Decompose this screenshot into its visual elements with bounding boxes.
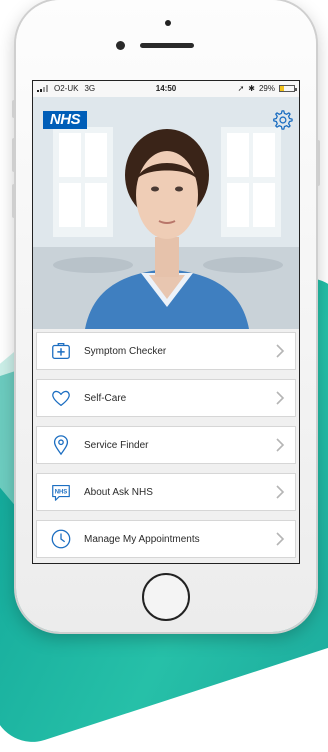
- status-right: ➚ ✱ 29%: [237, 84, 297, 93]
- menu-item-label: Symptom Checker: [84, 345, 167, 357]
- earpiece-speaker: [140, 43, 194, 48]
- menu-item-label: Self-Care: [84, 392, 127, 404]
- phone-frame: O2-UK 3G 14:50 ➚ ✱ 29% NHS Symptom Check…: [12, 0, 320, 632]
- menu-item-symptom-checker[interactable]: Symptom Checker: [36, 332, 296, 370]
- menu-item-manage-appointments[interactable]: Manage My Appointments: [36, 520, 296, 558]
- bluetooth-icon: ✱: [248, 84, 255, 93]
- volume-down-button: [12, 184, 16, 218]
- heart-icon: [52, 390, 70, 406]
- chevron-right-icon: [276, 532, 285, 546]
- menu-item-service-finder[interactable]: Service Finder: [36, 426, 296, 464]
- menu-item-label: Service Finder: [84, 439, 149, 451]
- menu-item-label: Manage My Appointments: [84, 533, 200, 545]
- hero-photo-illustration: [33, 97, 299, 329]
- menu-item-self-care[interactable]: Self-Care: [36, 379, 296, 417]
- power-button: [316, 140, 320, 186]
- battery-percent: 29%: [258, 84, 275, 93]
- nhs-badge-icon: NHS: [52, 484, 70, 501]
- chevron-right-icon: [276, 344, 285, 358]
- gear-icon[interactable]: [271, 109, 293, 131]
- mute-switch: [12, 100, 16, 118]
- menu-item-about-ask-nhs[interactable]: NHS About Ask NHS: [36, 473, 296, 511]
- app-screen: O2-UK 3G 14:50 ➚ ✱ 29% NHS Symptom Check…: [32, 80, 300, 564]
- svg-text:NHS: NHS: [55, 489, 68, 495]
- medical-kit-icon: [52, 343, 70, 359]
- battery-icon: [279, 85, 297, 92]
- home-button[interactable]: [142, 573, 190, 621]
- chevron-right-icon: [276, 438, 285, 452]
- status-bar: O2-UK 3G 14:50 ➚ ✱ 29%: [33, 81, 299, 97]
- chevron-right-icon: [276, 485, 285, 499]
- nhs-logo: NHS: [43, 111, 87, 129]
- clock-icon: [51, 529, 71, 549]
- chevron-right-icon: [276, 391, 285, 405]
- front-camera: [116, 41, 125, 50]
- volume-up-button: [12, 138, 16, 172]
- hero-image: NHS: [33, 97, 299, 329]
- location-pin-icon: [53, 435, 69, 456]
- battery-fill: [280, 86, 285, 91]
- proximity-sensor: [165, 20, 171, 26]
- location-arrow-icon: ➚: [237, 84, 245, 93]
- menu-item-label: About Ask NHS: [84, 486, 153, 498]
